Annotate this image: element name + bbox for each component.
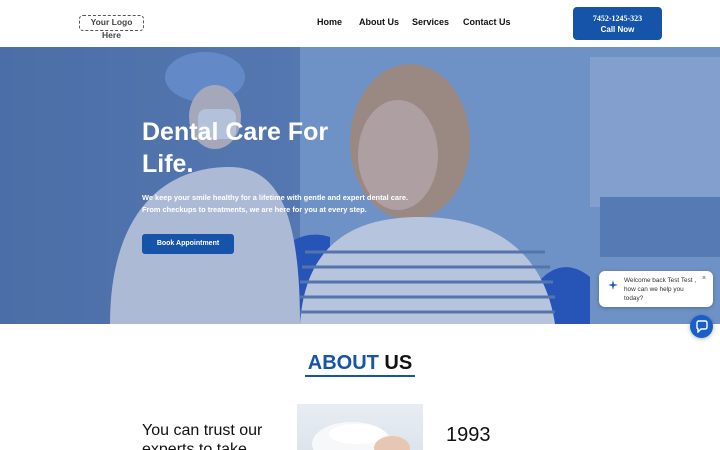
about-image — [297, 404, 423, 450]
site-header: Your Logo Here Home About Us Services Co… — [0, 0, 720, 47]
chat-launcher-button[interactable] — [690, 315, 713, 338]
nav-contact-link[interactable]: Contact Us — [463, 17, 511, 27]
call-now-button[interactable]: 7452-1245-323 Call Now — [573, 7, 662, 40]
hero-description: We keep your smile healthy for a lifetim… — [142, 193, 409, 214]
chat-welcome-message: Welcome back Test Test , how can we help… — [624, 277, 697, 302]
call-phone-number: 7452-1245-323 — [592, 14, 643, 23]
nav-services-link[interactable]: Services — [412, 17, 449, 27]
chat-avatar-icon — [608, 280, 618, 290]
about-heading-accent: ABOUT — [307, 352, 379, 374]
nav-about-link[interactable]: About Us — [359, 17, 399, 27]
book-appointment-button[interactable]: Book Appointment — [142, 234, 234, 254]
about-heading-underline — [305, 375, 415, 377]
nav-home-link[interactable]: Home — [317, 17, 342, 27]
about-trust-text: You can trust our experts to take — [142, 422, 263, 450]
about-heading-rest: US — [378, 352, 413, 374]
call-now-label: Call Now — [600, 25, 635, 34]
site-logo[interactable]: Your Logo Here — [79, 15, 144, 40]
tooth-model-image — [312, 422, 410, 450]
about-heading: ABOUT US — [305, 352, 415, 375]
chat-icon — [696, 320, 708, 333]
chat-close-icon[interactable]: × — [702, 275, 706, 282]
founding-year: 1993 — [446, 424, 491, 446]
hero-title: Dental Care For Life. — [142, 118, 329, 178]
